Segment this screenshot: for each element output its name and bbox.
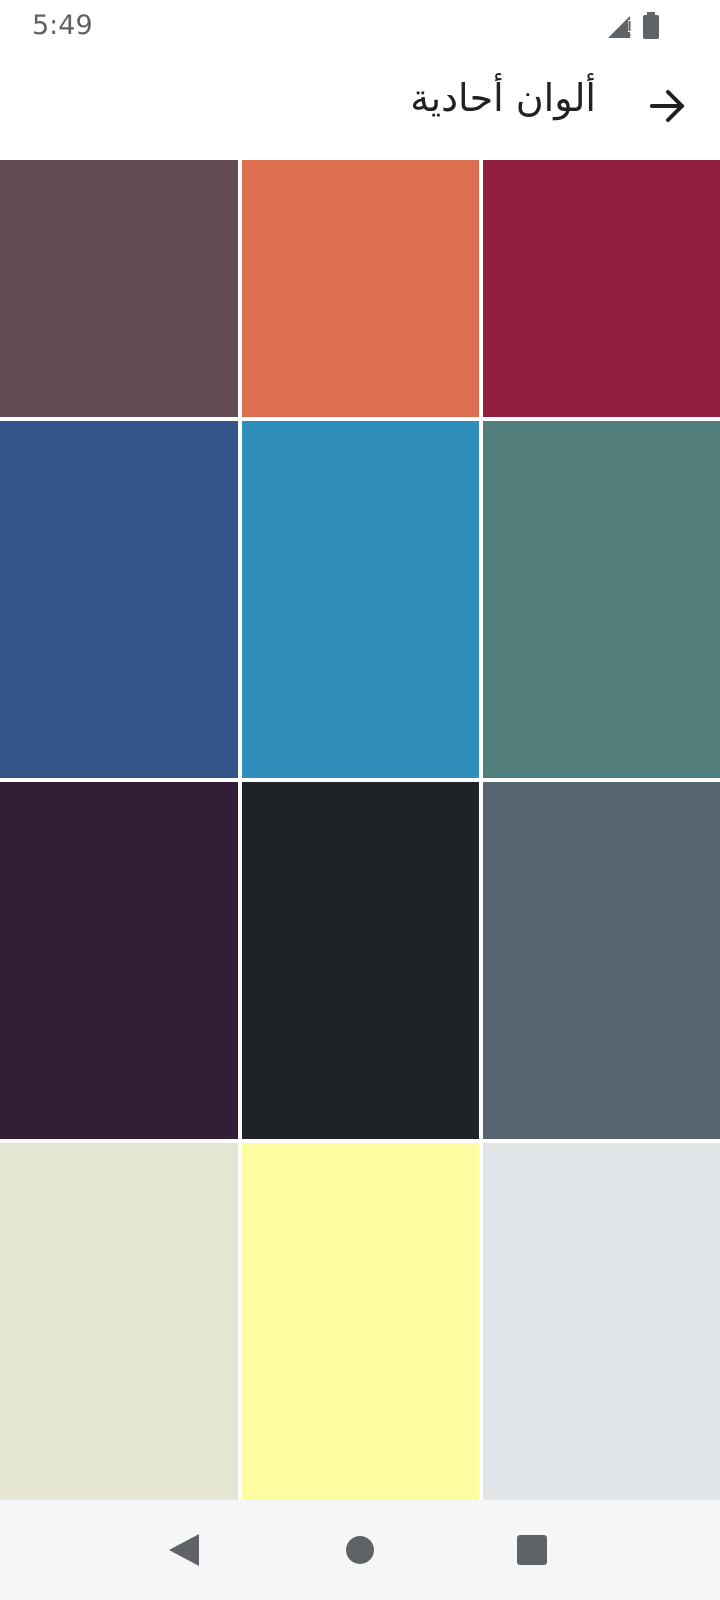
arrow-right-icon <box>650 90 684 122</box>
swatch-3[interactable] <box>483 160 720 417</box>
nav-back-button[interactable] <box>164 1530 204 1570</box>
swatch-6[interactable] <box>483 421 720 778</box>
app-bar: ألوان أحادية <box>0 56 720 160</box>
swatch-10[interactable] <box>0 1143 238 1500</box>
status-icons <box>606 12 660 40</box>
page-title: ألوان أحادية <box>410 76 596 120</box>
nav-home-button[interactable] <box>340 1530 380 1570</box>
nav-recents-button[interactable] <box>512 1530 552 1570</box>
swatch-4[interactable] <box>0 421 238 778</box>
swatch-1[interactable] <box>0 160 238 417</box>
home-circle-icon <box>346 1536 374 1564</box>
swatch-11[interactable] <box>242 1143 479 1500</box>
color-grid <box>0 160 720 1500</box>
swatch-2[interactable] <box>242 160 479 417</box>
back-triangle-icon <box>169 1534 199 1566</box>
swatch-9[interactable] <box>483 782 720 1139</box>
status-time: 5:49 <box>32 10 93 41</box>
recents-square-icon <box>517 1535 547 1565</box>
signal-no-data-icon <box>608 16 631 38</box>
battery-icon <box>643 12 659 39</box>
swatch-12[interactable] <box>483 1143 720 1500</box>
back-button[interactable] <box>640 78 696 134</box>
status-bar: 5:49 <box>0 0 720 56</box>
navigation-bar <box>0 1500 720 1600</box>
swatch-5[interactable] <box>242 421 479 778</box>
swatch-8[interactable] <box>242 782 479 1139</box>
swatch-7[interactable] <box>0 782 238 1139</box>
